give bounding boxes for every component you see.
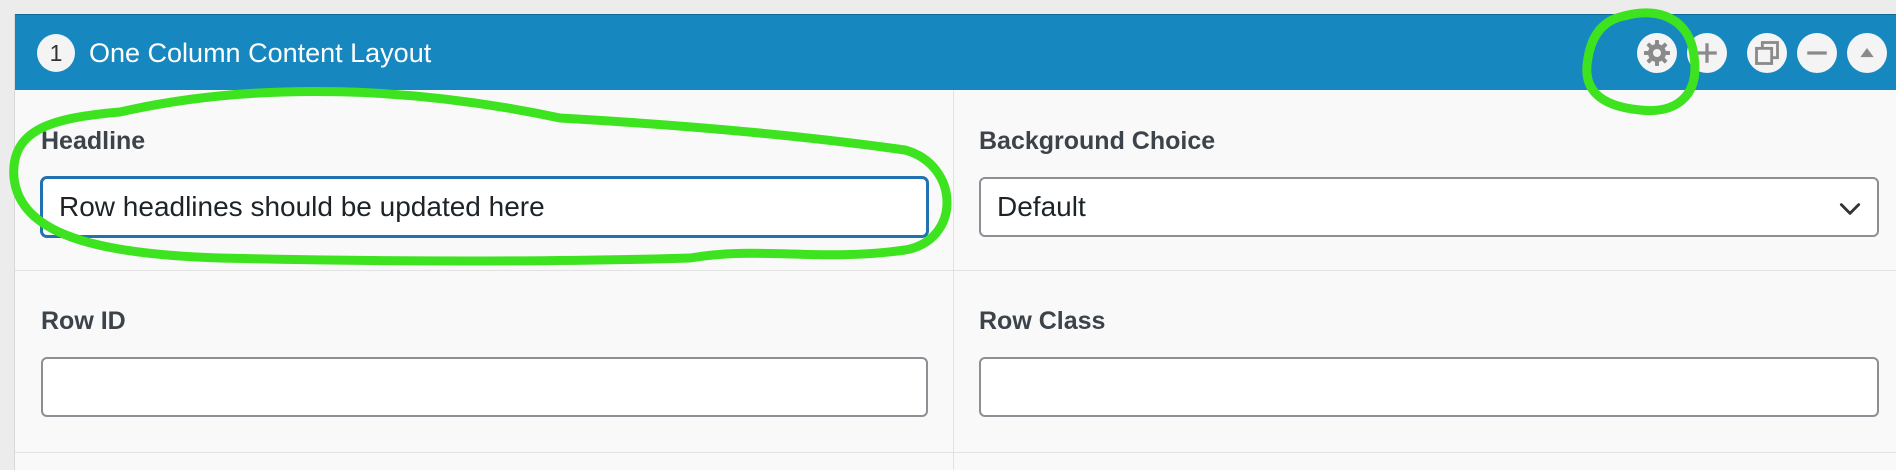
layout-row-panel: 1 One Column Content Layout Headline Row… (14, 14, 1896, 470)
row-id-label: Row ID (41, 307, 126, 335)
layout-row-header[interactable]: 1 One Column Content Layout (15, 14, 1896, 90)
layout-title: One Column Content Layout (89, 38, 432, 68)
background-choice-label: Background Choice (979, 127, 1216, 155)
headline-label: Headline (41, 127, 146, 155)
headline-input[interactable] (41, 177, 928, 237)
chevron-down-icon (1839, 203, 1861, 215)
triangle-up-icon (1860, 48, 1874, 58)
row-number-badge: 1 (37, 34, 75, 72)
row-divider (15, 270, 1896, 271)
row-id-input[interactable] (41, 357, 928, 417)
gear-icon (1644, 40, 1670, 66)
column-divider (953, 90, 954, 470)
duplicate-icon (1755, 41, 1779, 65)
row-class-label: Row Class (979, 307, 1106, 335)
screenshot-stage: 1 One Column Content Layout Headline Row… (0, 0, 1896, 470)
collapse-button[interactable] (1797, 33, 1837, 73)
duplicate-button[interactable] (1747, 33, 1787, 73)
settings-button[interactable] (1637, 33, 1677, 73)
add-button[interactable] (1687, 33, 1727, 73)
row-divider-bottom (15, 452, 1896, 453)
plus-icon (1697, 43, 1717, 63)
toggle-button[interactable] (1847, 33, 1887, 73)
background-choice-selected: Default (997, 191, 1086, 222)
row-class-input[interactable] (979, 357, 1879, 417)
background-choice-select[interactable]: Default (979, 177, 1879, 237)
background-choice-value-box[interactable]: Default (979, 177, 1879, 237)
minus-icon (1807, 51, 1827, 55)
